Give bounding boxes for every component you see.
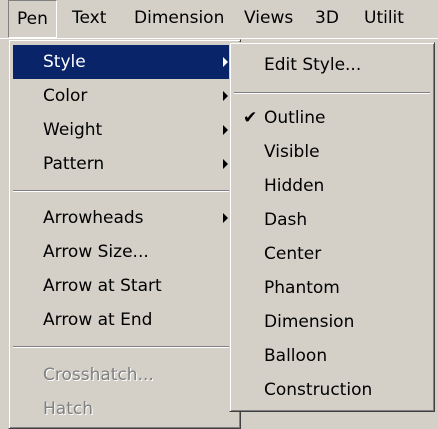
menu-item-arrow-size[interactable]: Arrow Size...: [13, 235, 236, 269]
menu-item-dash[interactable]: Dash: [234, 203, 430, 237]
submenu-arrow-icon: [223, 213, 228, 223]
menu-bar: Pen Text Dimension Views 3D Utilit: [0, 0, 438, 39]
menu-item-label: Arrow Size...: [43, 242, 149, 262]
menu-item-center[interactable]: Center: [234, 237, 430, 271]
menu-item-arrow-at-end[interactable]: Arrow at End: [13, 303, 236, 337]
style-submenu: Edit Style... ✔ Outline Visible Hidden D…: [229, 42, 435, 412]
menu-item-style[interactable]: Style: [13, 45, 236, 79]
menu-item-label: Phantom: [264, 278, 340, 298]
menu-item-label: Hatch: [43, 399, 93, 419]
menu-item-arrow-at-start[interactable]: Arrow at Start: [13, 269, 236, 303]
menu-item-hidden[interactable]: Hidden: [234, 169, 430, 203]
menu-item-label: Hidden: [264, 176, 325, 196]
menu-item-label: Center: [264, 244, 322, 264]
menu-3d[interactable]: 3D: [307, 0, 347, 37]
menu-item-phantom[interactable]: Phantom: [234, 271, 430, 305]
menu-item-construction[interactable]: Construction: [234, 373, 430, 407]
menu-separator: [234, 92, 430, 94]
menu-item-crosshatch: Crosshatch...: [13, 358, 236, 392]
menu-item-arrowheads[interactable]: Arrowheads: [13, 201, 236, 235]
submenu-arrow-icon: [223, 57, 228, 67]
menu-separator: [13, 346, 236, 348]
menu-item-label: Dimension: [264, 312, 355, 332]
menu-item-label: Crosshatch...: [43, 365, 154, 385]
submenu-arrow-icon: [223, 159, 228, 169]
menu-item-label: Weight: [43, 120, 103, 140]
menu-utilities[interactable]: Utilit: [356, 0, 412, 37]
menu-item-label: Arrow at End: [43, 310, 153, 330]
menu-item-color[interactable]: Color: [13, 79, 236, 113]
menu-item-edit-style[interactable]: Edit Style...: [234, 48, 430, 82]
menu-dimension[interactable]: Dimension: [126, 0, 232, 37]
menu-item-label: Pattern: [43, 154, 105, 174]
submenu-arrow-icon: [223, 125, 228, 135]
menu-item-hatch: Hatch: [13, 392, 236, 426]
checkmark-icon: ✔: [243, 108, 258, 128]
menu-item-dimension[interactable]: Dimension: [234, 305, 430, 339]
menu-item-label: Color: [43, 86, 88, 106]
menu-item-label: Style: [43, 52, 86, 72]
pen-menu: Style Color Weight Pattern Arrowheads Ar…: [8, 39, 241, 429]
menu-pen[interactable]: Pen: [8, 0, 57, 38]
menu-text[interactable]: Text: [64, 0, 114, 37]
menu-item-weight[interactable]: Weight: [13, 113, 236, 147]
menu-item-label: Outline: [264, 108, 326, 128]
menu-views[interactable]: Views: [236, 0, 301, 37]
menu-item-outline[interactable]: ✔ Outline: [234, 101, 430, 135]
menu-item-label: Arrowheads: [43, 208, 144, 228]
menu-item-label: Dash: [264, 210, 308, 230]
menu-item-label: Arrow at Start: [43, 276, 162, 296]
menu-item-visible[interactable]: Visible: [234, 135, 430, 169]
menu-item-pattern[interactable]: Pattern: [13, 147, 236, 181]
menu-item-balloon[interactable]: Balloon: [234, 339, 430, 373]
submenu-arrow-icon: [223, 91, 228, 101]
menu-item-label: Visible: [264, 142, 320, 162]
menu-item-label: Construction: [264, 380, 373, 400]
menu-item-label: Balloon: [264, 346, 328, 366]
menu-separator: [13, 190, 236, 192]
menu-item-label: Edit Style...: [264, 55, 362, 75]
